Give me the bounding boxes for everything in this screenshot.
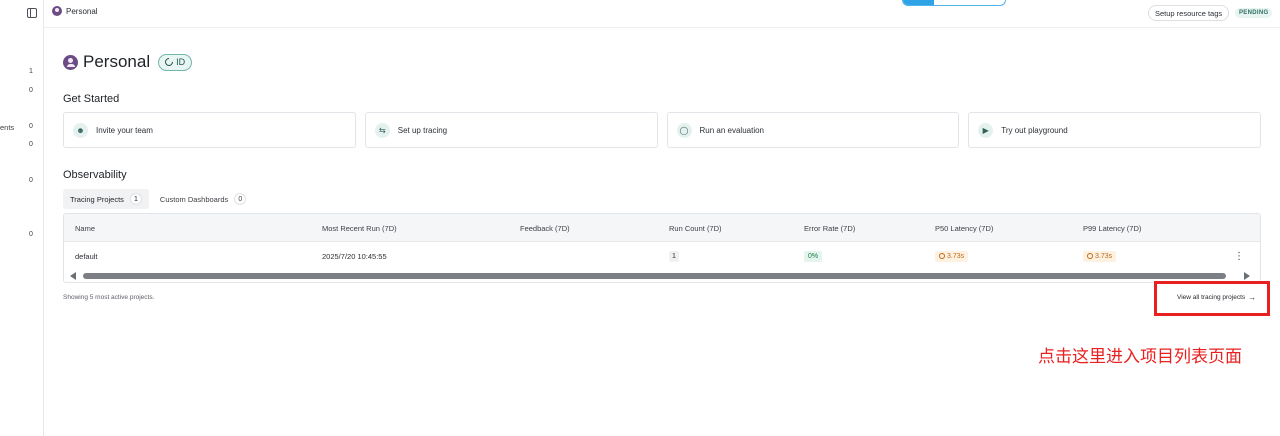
sidebar-toggle-icon[interactable] [27,8,37,18]
user-icon: ☻ [73,122,88,138]
annotation-highlight-box [1154,281,1270,316]
sidebar-count: 0 [29,123,33,130]
table-header: Name Most Recent Run (7D) Feedback (7D) … [64,214,1260,242]
page-title: Personal [83,52,151,71]
observability-heading: Observability [63,169,127,181]
tracing-icon: ⇆ [374,122,390,138]
progress-bar [902,0,1006,6]
sidebar: 1 0 ents 0 0 0 0 [0,0,44,436]
sidebar-count: 1 [29,68,33,75]
tab-label: Custom Dashboards [159,194,229,204]
setup-tracing-card[interactable]: ⇆ Set up tracing [364,112,658,148]
footer-note: Showing 5 most active projects. [63,294,155,301]
p50-value: 3.73s [947,252,965,260]
status-badge: PENDING [1235,8,1273,18]
get-started-cards: ☻ Invite your team ⇆ Set up tracing ◯ Ru… [63,112,1261,148]
play-icon: ▶ [978,122,994,138]
p50-latency-badge: 3.73s [935,250,969,262]
column-header[interactable]: Feedback (7D) [520,214,570,242]
column-header[interactable]: P50 Latency (7D) [935,214,993,242]
tab-count: 1 [129,193,142,205]
p50-cell: 3.73s [935,242,969,270]
flask-icon: ◯ [676,122,692,138]
tab-label: Tracing Projects [70,194,124,204]
tracing-projects-table: Name Most Recent Run (7D) Feedback (7D) … [63,213,1261,283]
invite-team-card[interactable]: ☻ Invite your team [63,112,356,148]
avatar-icon [52,6,62,16]
topbar: Personal Setup resource tags PENDING [27,0,1280,28]
breadcrumb-label: Personal [66,6,98,16]
sidebar-item-label[interactable]: ents [0,123,14,132]
card-label: Try out playground [1001,125,1068,135]
card-label: Invite your team [96,125,153,135]
scroll-left-icon[interactable] [70,272,76,280]
setup-resource-tags-button[interactable]: Setup resource tags [1148,5,1230,21]
page-header: Personal ID [63,52,193,72]
column-header[interactable]: Name [75,214,95,242]
card-label: Run an evaluation [699,125,765,135]
tab-custom-dashboards[interactable]: Custom Dashboards 0 [153,189,253,209]
run-count: 1 [669,250,679,262]
card-label: Set up tracing [397,125,448,135]
scroll-right-icon[interactable] [1244,272,1250,280]
progress-fill [903,0,934,5]
table-row[interactable]: default 2025/7/20 10:45:55 1 0% 3.73s 3.… [64,242,1260,270]
sidebar-count: 0 [29,231,33,238]
tab-count: 0 [234,193,247,205]
observability-tabs: Tracing Projects 1 Custom Dashboards 0 [63,189,253,209]
id-badge-label: ID [176,57,186,67]
sidebar-count: 0 [29,87,33,94]
annotation-text: 点击这里进入项目列表页面 [1038,347,1242,367]
project-name[interactable]: default [75,242,98,270]
column-header[interactable]: P99 Latency (7D) [1083,214,1141,242]
column-header[interactable]: Error Rate (7D) [804,214,855,242]
p99-latency-badge: 3.73s [1083,250,1117,262]
error-rate-cell: 0% [804,242,823,270]
row-menu-icon[interactable]: ⋮ [1234,242,1244,270]
run-evaluation-card[interactable]: ◯ Run an evaluation [666,112,960,148]
horizontal-scrollbar[interactable] [64,270,1260,282]
run-count-cell: 1 [669,242,679,270]
avatar-icon [63,54,78,70]
breadcrumb[interactable]: Personal [52,6,98,16]
sidebar-count: 0 [29,141,33,148]
clock-icon [939,253,945,259]
most-recent-run: 2025/7/20 10:45:55 [322,251,387,261]
copy-id-button[interactable]: ID [158,53,193,71]
get-started-heading: Get Started [63,93,120,105]
link-icon [163,56,175,68]
try-playground-card[interactable]: ▶ Try out playground [968,112,1261,148]
clock-icon [1087,253,1093,259]
p99-cell: 3.73s [1083,242,1117,270]
p99-value: 3.73s [1095,252,1113,260]
sidebar-count: 0 [29,177,33,184]
error-rate-badge: 0% [804,250,823,262]
tab-tracing-projects[interactable]: Tracing Projects 1 [63,189,149,209]
column-header[interactable]: Run Count (7D) [669,214,722,242]
column-header[interactable]: Most Recent Run (7D) [322,214,397,242]
scrollbar-thumb[interactable] [83,273,1226,279]
